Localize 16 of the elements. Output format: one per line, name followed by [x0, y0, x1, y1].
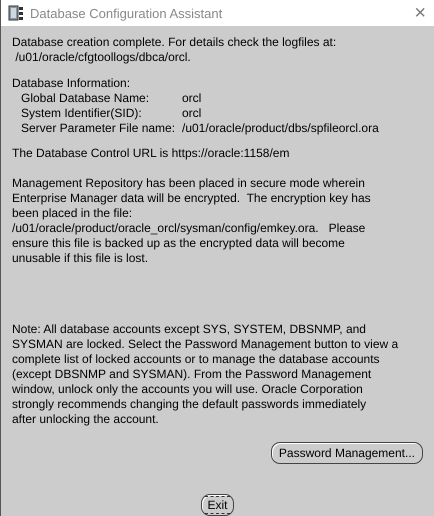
accounts-note: Note: All database accounts except SYS, SYSTEM, DBSNMP, and SYSMAN are locked. Select the Password Management button to view a complete list of locked accounts or to manage the database accounts (except DBSNMP and SYSMAN). From the Password Management window, unlock only the accounts you will use. Oracle Corporation strongly recommends changing the default passwords immediately after unlocking the account.: [12, 322, 400, 427]
info-label: Server Parameter File name:: [21, 121, 176, 136]
completion-message: Database creation complete. For details check the logfiles at: /u01/oracle/cfgtoollogs/dbca/orcl.: [12, 35, 338, 65]
password-management-button[interactable]: Password Management...: [270, 442, 423, 464]
info-label: Global Database Name:: [21, 91, 150, 106]
section-heading: Database Information:: [12, 76, 132, 91]
close-icon[interactable]: ×: [414, 3, 426, 23]
window-title: Database Configuration Assistant: [30, 6, 224, 20]
repository-message: Management Repository has been placed in secure mode wherein Enterprise Manager data will be encrypted. The encryption key has been placed in the file: /u01/oracle/product/oracle_orcl/sysman/config/emkey.ora. Please ensure this file is backed up as the encrypted data will become unusable if this file is lost.: [12, 176, 372, 266]
info-value: /u01/oracle/product/dbs/spfileorcl.ora: [182, 121, 380, 136]
exit-button[interactable]: Exit: [201, 494, 234, 516]
info-label: System Identifier(SID):: [21, 106, 143, 121]
info-value: orcl: [182, 91, 202, 106]
control-url-text: The Database Control URL is https://oracle:1158/em: [12, 146, 290, 161]
database-icon: [8, 5, 24, 21]
info-value: orcl: [182, 106, 202, 121]
